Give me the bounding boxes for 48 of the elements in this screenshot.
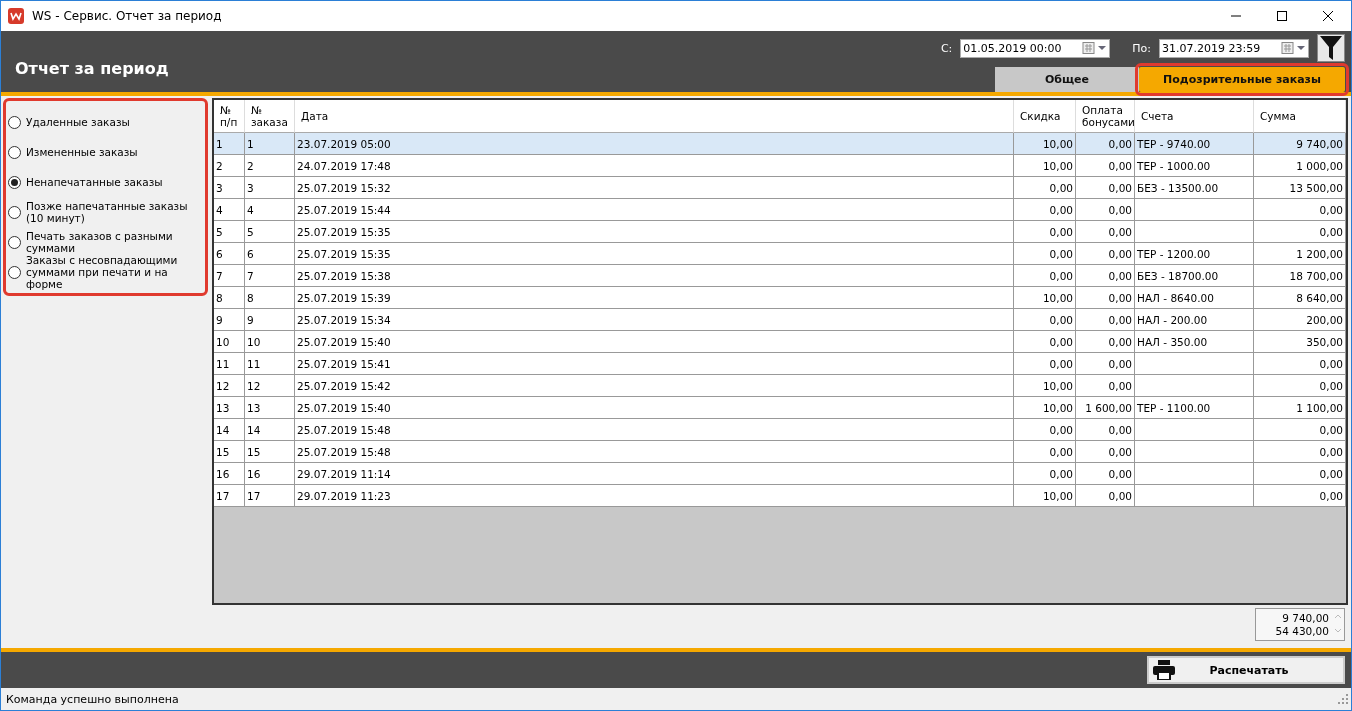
from-date-field[interactable]: 01.05.2019 00:00: [960, 38, 1111, 58]
table-row[interactable]: 9 9 25.07.2019 15:34 0,00 0,00 НАЛ - 200.00 200,00: [214, 309, 1346, 331]
calendar-dropdown-icon[interactable]: [1281, 41, 1307, 54]
table-cell: 17: [245, 485, 295, 507]
print-button[interactable]: Распечатать: [1147, 656, 1345, 684]
table-row[interactable]: 2 2 24.07.2019 17:48 10,00 0,00 ТЕР - 1000.00 1 000,00: [214, 155, 1346, 177]
filter-radio-option[interactable]: Ненапечатанные заказы: [8, 167, 203, 197]
table-row[interactable]: 17 17 29.07.2019 11:23 10,00 0,00 0,00: [214, 485, 1346, 507]
status-text: Команда успешно выполнена: [6, 692, 179, 706]
table-row[interactable]: 3 3 25.07.2019 15:32 0,00 0,00 БЕЗ - 13500.00 13 500,00: [214, 177, 1346, 199]
table-cell: 0,00: [1254, 485, 1346, 507]
close-icon: [1323, 11, 1333, 21]
maximize-icon: [1277, 11, 1287, 21]
page-title: Отчет за период: [14, 58, 170, 78]
filter-radio-option[interactable]: Измененные заказы: [8, 137, 203, 167]
table-row[interactable]: 8 8 25.07.2019 15:39 10,00 0,00 НАЛ - 8640.00 8 640,00: [214, 287, 1346, 309]
to-date-field[interactable]: 31.07.2019 23:59: [1159, 38, 1309, 58]
total-value: 9 740,00: [1282, 611, 1329, 625]
printer-icon: [1153, 660, 1175, 680]
table-row[interactable]: 7 7 25.07.2019 15:38 0,00 0,00 БЕЗ - 18700.00 18 700,00: [214, 265, 1346, 287]
filter-radio-option[interactable]: Удаленные заказы: [8, 107, 203, 137]
app-logo-icon: [8, 8, 24, 24]
filter-radio-option[interactable]: Позже напечатанные заказы (10 минут): [8, 197, 203, 227]
table-row[interactable]: 4 4 25.07.2019 15:44 0,00 0,00 0,00: [214, 199, 1346, 221]
table-row[interactable]: 15 15 25.07.2019 15:48 0,00 0,00 0,00: [214, 441, 1346, 463]
table-row[interactable]: 1 1 23.07.2019 05:00 10,00 0,00 ТЕР - 9740.00 9 740,00: [214, 133, 1346, 155]
table-row[interactable]: 11 11 25.07.2019 15:41 0,00 0,00 0,00: [214, 353, 1346, 375]
tab[interactable]: Общее: [994, 67, 1139, 92]
table-cell: 0,00: [1076, 485, 1135, 507]
table-row[interactable]: 16 16 29.07.2019 11:14 0,00 0,00 0,00: [214, 463, 1346, 485]
table-row[interactable]: 10 10 25.07.2019 15:40 0,00 0,00 НАЛ - 350.00 350,00: [214, 331, 1346, 353]
table-row[interactable]: 6 6 25.07.2019 15:35 0,00 0,00 ТЕР - 1200.00 1 200,00: [214, 243, 1346, 265]
table-row[interactable]: 14 14 25.07.2019 15:48 0,00 0,00 0,00: [214, 419, 1346, 441]
filter-radio-option[interactable]: Печать заказов с разными суммами: [8, 227, 203, 257]
table-cell: 17: [214, 485, 245, 507]
table-cell: 10,00: [1014, 485, 1076, 507]
filter-button[interactable]: [1317, 34, 1345, 62]
resize-grip-icon[interactable]: [1338, 694, 1348, 704]
calendar-dropdown-icon[interactable]: [1082, 41, 1109, 54]
table-row[interactable]: 5 5 25.07.2019 15:35 0,00 0,00 0,00: [214, 221, 1346, 243]
from-label: С:: [940, 41, 953, 55]
to-label: По:: [1132, 41, 1151, 55]
total-value: 54 430,00: [1275, 624, 1329, 638]
table-cell: 29.07.2019 11:23: [295, 485, 1014, 507]
filter-icon: [1320, 36, 1342, 60]
window-title: WS - Сервис. Отчет за период: [32, 9, 222, 23]
table-row[interactable]: 13 13 25.07.2019 15:40 10,00 1 600,00 ТЕР - 1100.00 1 100,00: [214, 397, 1346, 419]
table-row[interactable]: 12 12 25.07.2019 15:42 10,00 0,00 0,00: [214, 375, 1346, 397]
